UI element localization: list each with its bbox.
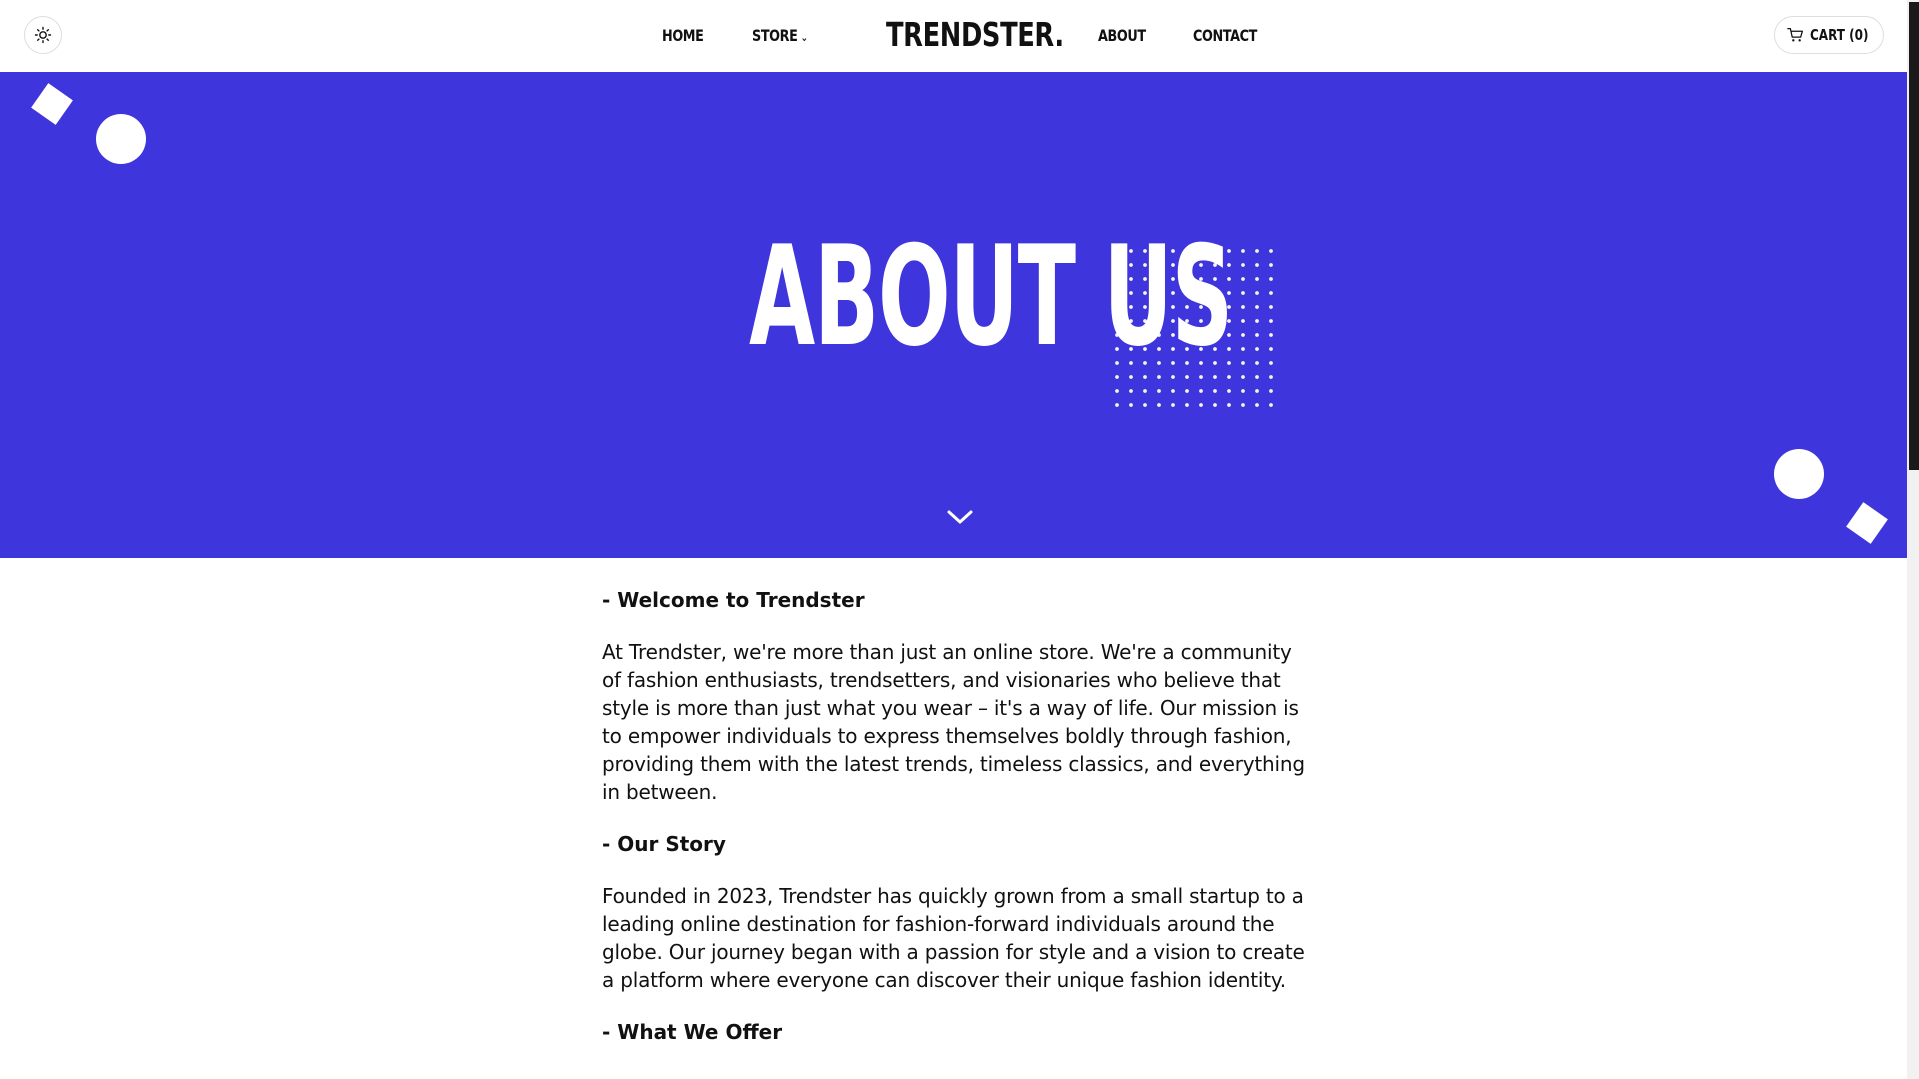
section-heading-offer: - What We Offer xyxy=(602,1020,783,1044)
cart-icon xyxy=(1787,28,1804,42)
nav-store-link[interactable]: STORE ⌄ xyxy=(752,25,808,49)
page-title: ABOUT US xyxy=(749,216,1233,377)
section-body-welcome: At Trendster, we're more than just an on… xyxy=(602,640,1305,804)
decorative-square xyxy=(31,83,73,125)
about-content: - Welcome to Trendster At Trendster, we'… xyxy=(602,586,1306,1070)
section-heading-story: - Our Story xyxy=(602,832,726,856)
hero-banner: ABOUT US xyxy=(0,72,1907,558)
decorative-square xyxy=(1846,502,1888,544)
theme-toggle-button[interactable] xyxy=(24,16,62,54)
cart-label: CART (0) xyxy=(1809,26,1869,44)
top-navigation-bar: HOME STORE ⌄ TRENDSTER. ABOUT CONTACT CAR… xyxy=(0,0,1907,73)
section-heading-welcome: - Welcome to Trendster xyxy=(602,588,865,612)
section-body-story: Founded in 2023, Trendster has quickly g… xyxy=(602,884,1305,992)
chevron-down-icon[interactable] xyxy=(946,508,974,526)
cart-button[interactable]: CART (0) xyxy=(1774,16,1884,54)
nav-about-link[interactable]: ABOUT xyxy=(1098,25,1146,47)
nav-store-label: STORE xyxy=(752,26,798,45)
scrollbar-thumb[interactable] xyxy=(1909,2,1919,470)
nav-home-link[interactable]: HOME xyxy=(662,25,704,47)
decorative-circle xyxy=(96,114,146,164)
decorative-circle xyxy=(1774,449,1824,499)
chevron-down-icon: ⌄ xyxy=(800,31,808,44)
sun-icon xyxy=(34,26,52,44)
nav-contact-link[interactable]: CONTACT xyxy=(1193,25,1257,47)
site-logo[interactable]: TRENDSTER. xyxy=(886,14,1064,56)
